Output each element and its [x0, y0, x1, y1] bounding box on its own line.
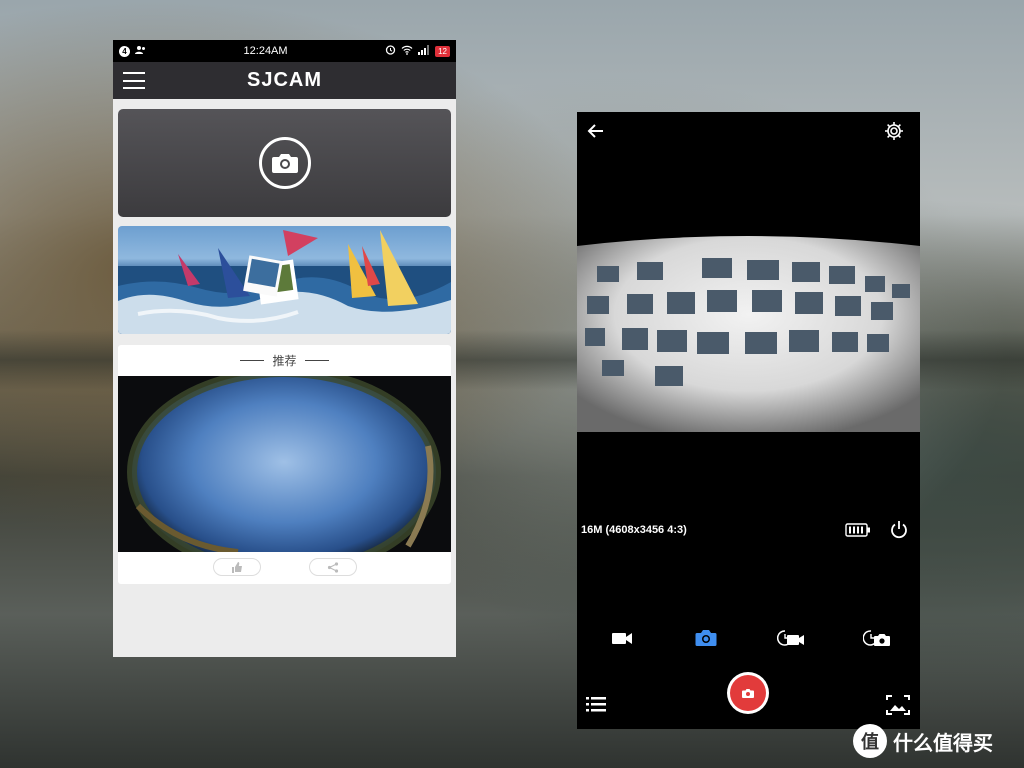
- like-button[interactable]: [212, 558, 261, 576]
- timelapse-video-mode-icon[interactable]: [776, 627, 804, 649]
- gallery-icon[interactable]: [885, 694, 911, 716]
- back-arrow-icon[interactable]: [585, 120, 607, 142]
- right-phone-screen: 16M (4608x3456 4:3): [577, 112, 920, 729]
- alarm-icon: [385, 44, 396, 58]
- menu-icon[interactable]: [123, 72, 145, 89]
- wifi-icon: [401, 45, 413, 58]
- watermark-text: 什么值得买: [893, 732, 993, 755]
- battery-level-badge: 12: [435, 45, 450, 57]
- signal-icon: [418, 44, 430, 58]
- share-button[interactable]: [308, 558, 357, 576]
- contacts-icon: [135, 45, 146, 58]
- notification-count-badge: 4: [119, 45, 130, 57]
- app-logo: SJCAM: [246, 69, 322, 91]
- power-icon[interactable]: [888, 519, 910, 541]
- share-icon: [327, 561, 338, 573]
- left-phone-screen: 4 12:24AM 12 SJCAM 推荐: [113, 40, 456, 657]
- site-watermark: 值 什么值得买: [853, 724, 993, 758]
- recommend-title: 推荐: [272, 353, 297, 368]
- photo-mode-icon[interactable]: [693, 627, 719, 649]
- list-icon[interactable]: [585, 694, 607, 714]
- shutter-button[interactable]: [727, 672, 769, 714]
- promo-banner-image[interactable]: [118, 226, 451, 334]
- video-mode-icon[interactable]: [609, 627, 635, 649]
- gear-icon[interactable]: [883, 120, 905, 142]
- photo-resolution-label: 16M (4608x3456 4:3): [581, 524, 687, 536]
- status-bar: 4 12:24AM 12: [113, 40, 456, 62]
- recommended-fisheye-photo[interactable]: [118, 376, 451, 552]
- camera-icon[interactable]: [258, 137, 311, 189]
- app-header: SJCAM: [113, 62, 456, 99]
- camera-battery-icon: [845, 523, 871, 537]
- thumbs-up-icon: [231, 561, 242, 573]
- shutter-camera-icon: [742, 688, 754, 698]
- camera-launch-card[interactable]: [118, 109, 451, 217]
- status-time: 12:24AM: [243, 45, 288, 57]
- timelapse-photo-mode-icon[interactable]: [862, 627, 890, 649]
- recommend-header: 推荐: [118, 345, 451, 375]
- recommend-card: 推荐: [118, 345, 451, 584]
- camera-live-preview: [577, 236, 920, 432]
- watermark-logo: 值: [853, 724, 887, 758]
